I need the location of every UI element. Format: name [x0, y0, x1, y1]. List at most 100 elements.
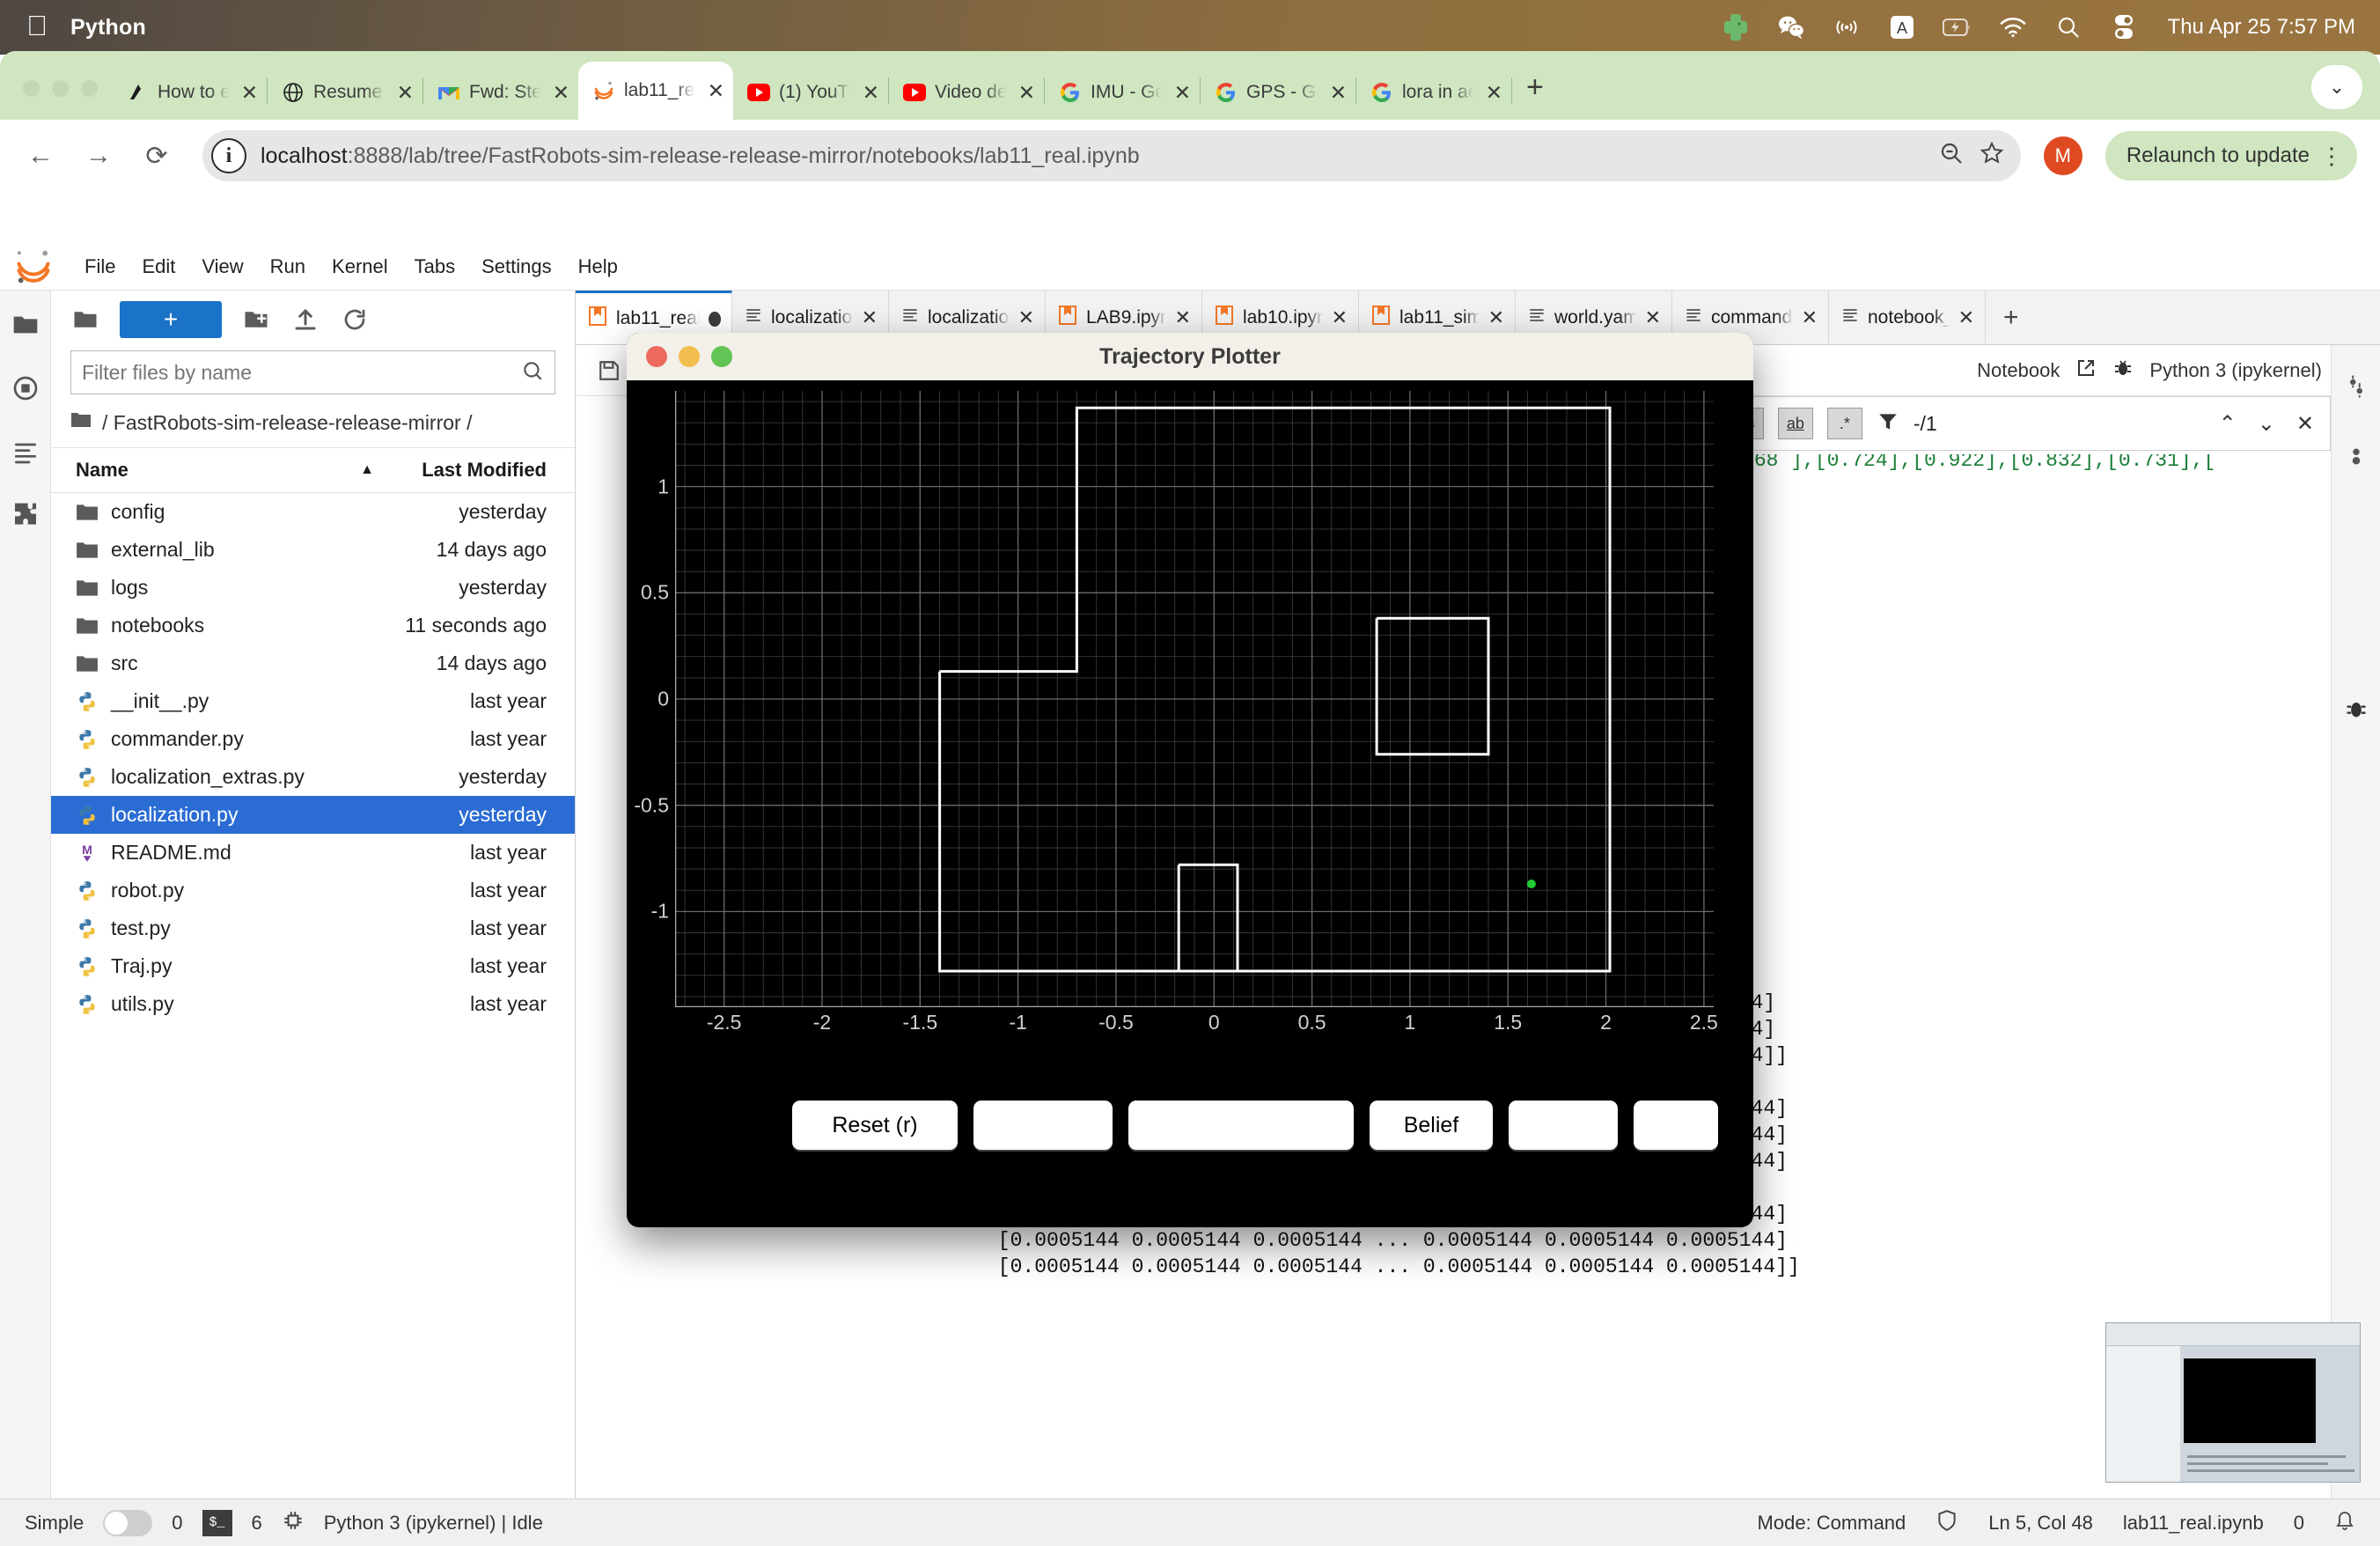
spotlight-search-icon[interactable]: [2053, 12, 2083, 42]
plotter-button-2[interactable]: [1128, 1101, 1354, 1150]
close-icon[interactable]: ✕: [1332, 306, 1348, 329]
input-source-a-icon[interactable]: A: [1887, 12, 1917, 42]
upload-icon[interactable]: [290, 305, 320, 335]
notebook-mode-label[interactable]: Notebook: [1977, 359, 2060, 382]
file-list-item[interactable]: notebooks 11 seconds ago: [51, 607, 575, 644]
browser-tab-7[interactable]: GPS - Goo ✕: [1201, 65, 1355, 120]
file-list-item[interactable]: external_lib 14 days ago: [51, 531, 575, 569]
new-tab-button[interactable]: +: [1512, 72, 1558, 120]
add-notebook-tab-button[interactable]: +: [1986, 291, 2037, 344]
file-list-item[interactable]: src 14 days ago: [51, 644, 575, 682]
file-list-item[interactable]: test.py last year: [51, 909, 575, 947]
close-icon[interactable]: ✕: [1015, 81, 1035, 105]
close-icon[interactable]: ✕: [859, 81, 879, 105]
file-list-item[interactable]: localization.py yesterday: [51, 796, 575, 834]
trajectory-plotter-window[interactable]: Trajectory Plotter 1 0.5 0 -0.5 -1 -2.5 -2 -1.…: [627, 333, 1753, 1227]
close-icon[interactable]: ✕: [1018, 306, 1034, 329]
breadcrumb[interactable]: / FastRobots-sim-release-release-mirror …: [51, 405, 575, 448]
sort-ascending-icon[interactable]: ▲: [360, 462, 374, 478]
close-button[interactable]: [23, 80, 40, 97]
close-icon[interactable]: ✕: [393, 81, 414, 105]
search-close-icon[interactable]: ✕: [2296, 411, 2314, 437]
plotter-button-belief[interactable]: Belief: [1370, 1101, 1493, 1150]
file-list-item[interactable]: utils.py last year: [51, 985, 575, 1023]
column-name[interactable]: Name ▲: [76, 459, 374, 482]
browser-tab-2[interactable]: Fwd: Stea ✕: [423, 65, 578, 120]
zoom-out-icon[interactable]: [1938, 140, 1965, 173]
plotter-button-reset-r[interactable]: Reset (r): [792, 1101, 958, 1150]
close-icon[interactable]: ✕: [1482, 81, 1502, 105]
menu-item-edit[interactable]: Edit: [142, 255, 175, 278]
close-icon[interactable]: ✕: [1175, 306, 1191, 329]
refresh-icon[interactable]: [340, 305, 370, 335]
settings-icon[interactable]: [2340, 370, 2373, 403]
file-list-item[interactable]: M README.md last year: [51, 834, 575, 872]
file-list-item[interactable]: config yesterday: [51, 493, 575, 531]
running-terminals-icon[interactable]: [9, 372, 42, 405]
tab-search-chevron-down-icon[interactable]: ⌄: [2311, 65, 2362, 109]
file-list-item[interactable]: robot.py last year: [51, 872, 575, 909]
browser-tab-1[interactable]: Resume - ✕: [268, 65, 422, 120]
table-of-contents-icon[interactable]: [9, 435, 42, 468]
profile-avatar[interactable]: M: [2043, 136, 2082, 175]
reload-button[interactable]: ⟳: [139, 141, 174, 172]
screenshot-thumbnail-preview[interactable]: [2105, 1322, 2361, 1483]
browser-tab-0[interactable]: How to ex ✕: [112, 65, 267, 120]
search-icon[interactable]: [521, 359, 544, 386]
apple-logo-icon[interactable]: : [26, 11, 48, 40]
filter-files-field[interactable]: [70, 350, 555, 394]
kernel-name-label[interactable]: Python 3 (ipykernel): [2149, 359, 2322, 382]
file-list-item[interactable]: __init__.py last year: [51, 682, 575, 720]
battery-icon[interactable]: [1942, 12, 1972, 42]
plotter-button-4[interactable]: [1509, 1101, 1618, 1150]
unsaved-changes-dot[interactable]: [709, 311, 721, 327]
control-center-icon[interactable]: [2109, 12, 2139, 42]
menu-item-file[interactable]: File: [84, 255, 115, 278]
menu-item-tabs[interactable]: Tabs: [415, 255, 455, 278]
close-icon[interactable]: ✕: [1958, 306, 1974, 329]
browser-tab-5[interactable]: Video det ✕: [889, 65, 1044, 120]
kernel-icon[interactable]: [282, 1509, 305, 1537]
browser-tab-8[interactable]: lora in aer ✕: [1356, 65, 1511, 120]
extensions-icon[interactable]: [9, 498, 42, 532]
search-previous-icon[interactable]: ⌃: [2219, 411, 2237, 437]
relaunch-to-update-button[interactable]: Relaunch to update ⋮: [2105, 131, 2357, 180]
browser-tab-4[interactable]: (1) YouTub ✕: [733, 65, 888, 120]
browser-tab-6[interactable]: IMU - Goo ✕: [1045, 65, 1200, 120]
airdrop-icon[interactable]: [1832, 12, 1862, 42]
menu-bar-clock[interactable]: Thu Apr 25 7:57 PM: [2168, 15, 2355, 40]
close-icon[interactable]: ✕: [1326, 81, 1347, 105]
kernel-status-text[interactable]: Python 3 (ipykernel) | Idle: [324, 1512, 543, 1535]
use-regex-icon[interactable]: .*: [1826, 408, 1862, 439]
save-icon[interactable]: [595, 357, 623, 385]
browser-tab-3-active[interactable]: lab11_real ✕: [578, 62, 733, 120]
maximize-button[interactable]: [81, 80, 98, 97]
file-list-item[interactable]: commander.py last year: [51, 720, 575, 758]
plotter-button-5[interactable]: [1634, 1101, 1718, 1150]
file-list-item[interactable]: localization_extras.py yesterday: [51, 758, 575, 796]
close-icon[interactable]: ✕: [1802, 306, 1818, 329]
notebook-tab-notebook-utils[interactable]: notebook_u ✕: [1829, 291, 1986, 344]
plotter-button-1[interactable]: [973, 1101, 1113, 1150]
popout-icon[interactable]: [2075, 357, 2097, 384]
bug-icon[interactable]: [2112, 357, 2134, 384]
filter-files-input[interactable]: [82, 360, 514, 385]
plotter-title-bar[interactable]: Trajectory Plotter: [627, 333, 1753, 380]
minimize-button[interactable]: [52, 80, 69, 97]
close-icon[interactable]: ✕: [862, 306, 878, 329]
filter-icon[interactable]: [1877, 410, 1899, 438]
menu-item-view[interactable]: View: [202, 255, 243, 278]
close-icon[interactable]: ✕: [1171, 81, 1191, 105]
close-icon[interactable]: ✕: [238, 81, 258, 105]
new-launcher-button[interactable]: +: [120, 301, 222, 338]
column-last-modified[interactable]: Last Modified: [374, 459, 559, 482]
close-icon[interactable]: ✕: [549, 81, 569, 105]
address-bar[interactable]: i localhost:8888/lab/tree/FastRobots-sim…: [202, 130, 2021, 181]
close-icon[interactable]: ✕: [704, 79, 724, 103]
notification-bell-icon[interactable]: [2334, 1510, 2355, 1536]
match-word-icon[interactable]: ab: [1777, 408, 1813, 439]
close-icon[interactable]: ✕: [1645, 306, 1661, 329]
menu-item-help[interactable]: Help: [578, 255, 618, 278]
star-icon[interactable]: [1979, 140, 2005, 173]
battery-widget-icon[interactable]: [1721, 12, 1751, 42]
